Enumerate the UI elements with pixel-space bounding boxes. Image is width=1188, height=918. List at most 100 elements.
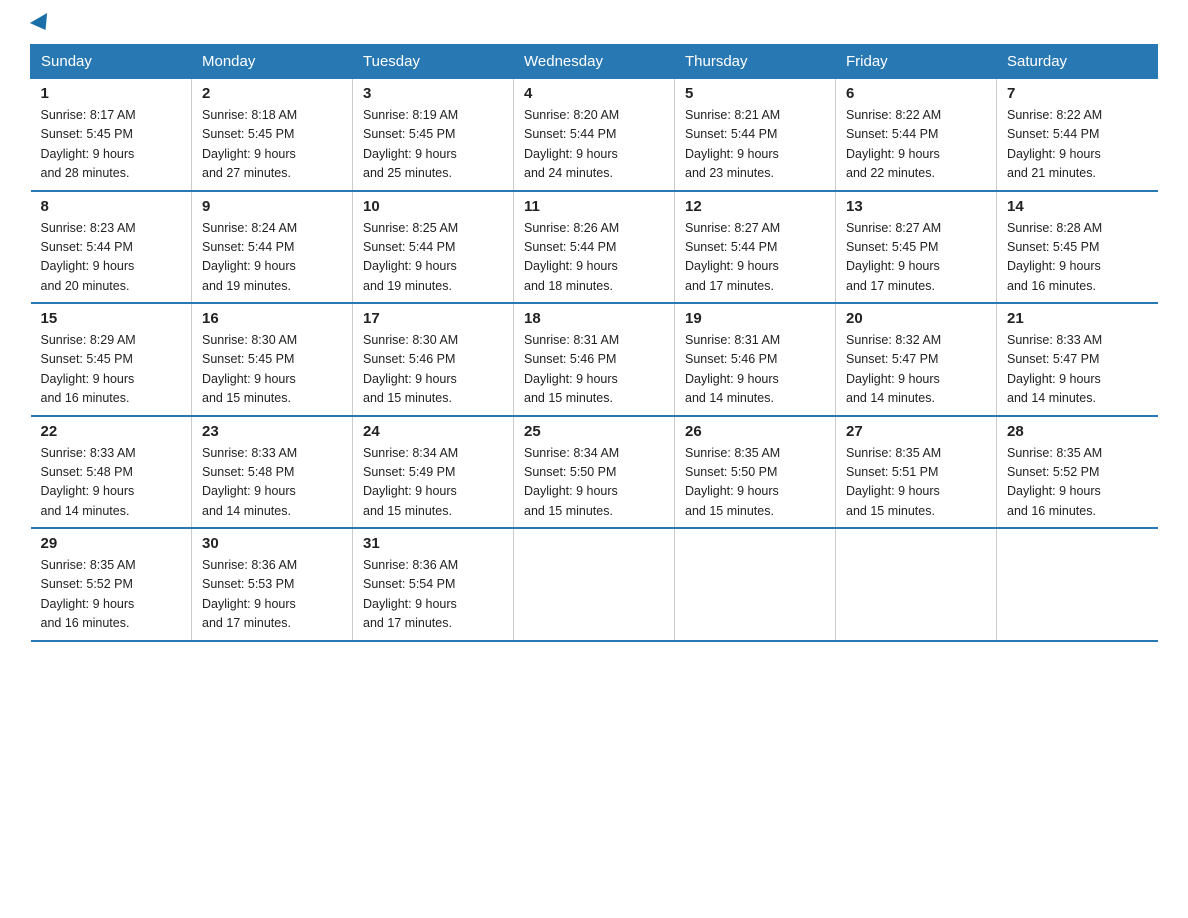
week-row-2: 8 Sunrise: 8:23 AM Sunset: 5:44 PM Dayli… <box>31 191 1158 304</box>
calendar-cell: 13 Sunrise: 8:27 AM Sunset: 5:45 PM Dayl… <box>836 191 997 304</box>
calendar-cell: 19 Sunrise: 8:31 AM Sunset: 5:46 PM Dayl… <box>675 303 836 416</box>
day-info: Sunrise: 8:33 AM Sunset: 5:48 PM Dayligh… <box>41 444 182 522</box>
logo <box>30 20 52 34</box>
day-info: Sunrise: 8:35 AM Sunset: 5:50 PM Dayligh… <box>685 444 825 522</box>
day-number: 21 <box>1007 310 1148 327</box>
calendar-cell: 29 Sunrise: 8:35 AM Sunset: 5:52 PM Dayl… <box>31 528 192 641</box>
calendar-cell: 26 Sunrise: 8:35 AM Sunset: 5:50 PM Dayl… <box>675 416 836 529</box>
calendar-table: SundayMondayTuesdayWednesdayThursdayFrid… <box>30 44 1158 642</box>
day-info: Sunrise: 8:30 AM Sunset: 5:45 PM Dayligh… <box>202 331 342 409</box>
calendar-cell: 30 Sunrise: 8:36 AM Sunset: 5:53 PM Dayl… <box>192 528 353 641</box>
calendar-cell: 1 Sunrise: 8:17 AM Sunset: 5:45 PM Dayli… <box>31 79 192 191</box>
day-number: 16 <box>202 310 342 327</box>
day-info: Sunrise: 8:21 AM Sunset: 5:44 PM Dayligh… <box>685 106 825 184</box>
weekday-header-sunday: Sunday <box>31 45 192 79</box>
logo-line-general <box>30 20 52 34</box>
day-info: Sunrise: 8:35 AM Sunset: 5:52 PM Dayligh… <box>41 556 182 634</box>
day-number: 2 <box>202 85 342 102</box>
day-info: Sunrise: 8:35 AM Sunset: 5:52 PM Dayligh… <box>1007 444 1148 522</box>
day-info: Sunrise: 8:33 AM Sunset: 5:47 PM Dayligh… <box>1007 331 1148 409</box>
day-number: 17 <box>363 310 503 327</box>
day-info: Sunrise: 8:27 AM Sunset: 5:45 PM Dayligh… <box>846 219 986 297</box>
day-number: 5 <box>685 85 825 102</box>
day-number: 14 <box>1007 198 1148 215</box>
day-number: 9 <box>202 198 342 215</box>
weekday-header-thursday: Thursday <box>675 45 836 79</box>
calendar-cell: 3 Sunrise: 8:19 AM Sunset: 5:45 PM Dayli… <box>353 79 514 191</box>
day-number: 24 <box>363 423 503 440</box>
day-number: 10 <box>363 198 503 215</box>
calendar-cell: 27 Sunrise: 8:35 AM Sunset: 5:51 PM Dayl… <box>836 416 997 529</box>
week-row-1: 1 Sunrise: 8:17 AM Sunset: 5:45 PM Dayli… <box>31 79 1158 191</box>
day-number: 7 <box>1007 85 1148 102</box>
day-info: Sunrise: 8:26 AM Sunset: 5:44 PM Dayligh… <box>524 219 664 297</box>
day-info: Sunrise: 8:32 AM Sunset: 5:47 PM Dayligh… <box>846 331 986 409</box>
day-number: 6 <box>846 85 986 102</box>
week-row-3: 15 Sunrise: 8:29 AM Sunset: 5:45 PM Dayl… <box>31 303 1158 416</box>
day-info: Sunrise: 8:29 AM Sunset: 5:45 PM Dayligh… <box>41 331 182 409</box>
day-number: 19 <box>685 310 825 327</box>
day-info: Sunrise: 8:31 AM Sunset: 5:46 PM Dayligh… <box>685 331 825 409</box>
calendar-cell: 5 Sunrise: 8:21 AM Sunset: 5:44 PM Dayli… <box>675 79 836 191</box>
calendar-cell: 21 Sunrise: 8:33 AM Sunset: 5:47 PM Dayl… <box>997 303 1158 416</box>
calendar-cell: 14 Sunrise: 8:28 AM Sunset: 5:45 PM Dayl… <box>997 191 1158 304</box>
calendar-cell: 17 Sunrise: 8:30 AM Sunset: 5:46 PM Dayl… <box>353 303 514 416</box>
calendar-cell: 15 Sunrise: 8:29 AM Sunset: 5:45 PM Dayl… <box>31 303 192 416</box>
day-number: 31 <box>363 535 503 552</box>
weekday-header-friday: Friday <box>836 45 997 79</box>
day-number: 8 <box>41 198 182 215</box>
day-number: 3 <box>363 85 503 102</box>
weekday-header-saturday: Saturday <box>997 45 1158 79</box>
day-info: Sunrise: 8:27 AM Sunset: 5:44 PM Dayligh… <box>685 219 825 297</box>
calendar-cell: 4 Sunrise: 8:20 AM Sunset: 5:44 PM Dayli… <box>514 79 675 191</box>
day-number: 15 <box>41 310 182 327</box>
calendar-cell: 11 Sunrise: 8:26 AM Sunset: 5:44 PM Dayl… <box>514 191 675 304</box>
calendar-cell: 9 Sunrise: 8:24 AM Sunset: 5:44 PM Dayli… <box>192 191 353 304</box>
day-info: Sunrise: 8:17 AM Sunset: 5:45 PM Dayligh… <box>41 106 182 184</box>
calendar-cell <box>997 528 1158 641</box>
calendar-cell: 8 Sunrise: 8:23 AM Sunset: 5:44 PM Dayli… <box>31 191 192 304</box>
weekday-header-monday: Monday <box>192 45 353 79</box>
day-number: 4 <box>524 85 664 102</box>
day-number: 22 <box>41 423 182 440</box>
calendar-cell <box>836 528 997 641</box>
week-row-5: 29 Sunrise: 8:35 AM Sunset: 5:52 PM Dayl… <box>31 528 1158 641</box>
day-number: 27 <box>846 423 986 440</box>
day-info: Sunrise: 8:28 AM Sunset: 5:45 PM Dayligh… <box>1007 219 1148 297</box>
calendar-cell: 18 Sunrise: 8:31 AM Sunset: 5:46 PM Dayl… <box>514 303 675 416</box>
calendar-cell: 6 Sunrise: 8:22 AM Sunset: 5:44 PM Dayli… <box>836 79 997 191</box>
calendar-cell: 28 Sunrise: 8:35 AM Sunset: 5:52 PM Dayl… <box>997 416 1158 529</box>
page-header <box>30 20 1158 34</box>
day-number: 11 <box>524 198 664 215</box>
week-row-4: 22 Sunrise: 8:33 AM Sunset: 5:48 PM Dayl… <box>31 416 1158 529</box>
calendar-cell: 16 Sunrise: 8:30 AM Sunset: 5:45 PM Dayl… <box>192 303 353 416</box>
day-info: Sunrise: 8:23 AM Sunset: 5:44 PM Dayligh… <box>41 219 182 297</box>
day-number: 28 <box>1007 423 1148 440</box>
day-info: Sunrise: 8:30 AM Sunset: 5:46 PM Dayligh… <box>363 331 503 409</box>
calendar-cell: 10 Sunrise: 8:25 AM Sunset: 5:44 PM Dayl… <box>353 191 514 304</box>
weekday-header-wednesday: Wednesday <box>514 45 675 79</box>
calendar-cell: 20 Sunrise: 8:32 AM Sunset: 5:47 PM Dayl… <box>836 303 997 416</box>
calendar-cell: 12 Sunrise: 8:27 AM Sunset: 5:44 PM Dayl… <box>675 191 836 304</box>
day-info: Sunrise: 8:33 AM Sunset: 5:48 PM Dayligh… <box>202 444 342 522</box>
day-info: Sunrise: 8:34 AM Sunset: 5:50 PM Dayligh… <box>524 444 664 522</box>
day-info: Sunrise: 8:35 AM Sunset: 5:51 PM Dayligh… <box>846 444 986 522</box>
calendar-cell: 24 Sunrise: 8:34 AM Sunset: 5:49 PM Dayl… <box>353 416 514 529</box>
calendar-cell: 22 Sunrise: 8:33 AM Sunset: 5:48 PM Dayl… <box>31 416 192 529</box>
day-number: 12 <box>685 198 825 215</box>
day-info: Sunrise: 8:22 AM Sunset: 5:44 PM Dayligh… <box>846 106 986 184</box>
day-number: 26 <box>685 423 825 440</box>
day-number: 20 <box>846 310 986 327</box>
logo-triangle-icon <box>30 13 54 35</box>
calendar-cell: 7 Sunrise: 8:22 AM Sunset: 5:44 PM Dayli… <box>997 79 1158 191</box>
day-info: Sunrise: 8:22 AM Sunset: 5:44 PM Dayligh… <box>1007 106 1148 184</box>
day-number: 18 <box>524 310 664 327</box>
day-number: 30 <box>202 535 342 552</box>
day-number: 23 <box>202 423 342 440</box>
day-info: Sunrise: 8:19 AM Sunset: 5:45 PM Dayligh… <box>363 106 503 184</box>
day-number: 13 <box>846 198 986 215</box>
calendar-cell: 31 Sunrise: 8:36 AM Sunset: 5:54 PM Dayl… <box>353 528 514 641</box>
day-info: Sunrise: 8:20 AM Sunset: 5:44 PM Dayligh… <box>524 106 664 184</box>
calendar-cell <box>675 528 836 641</box>
calendar-cell: 23 Sunrise: 8:33 AM Sunset: 5:48 PM Dayl… <box>192 416 353 529</box>
